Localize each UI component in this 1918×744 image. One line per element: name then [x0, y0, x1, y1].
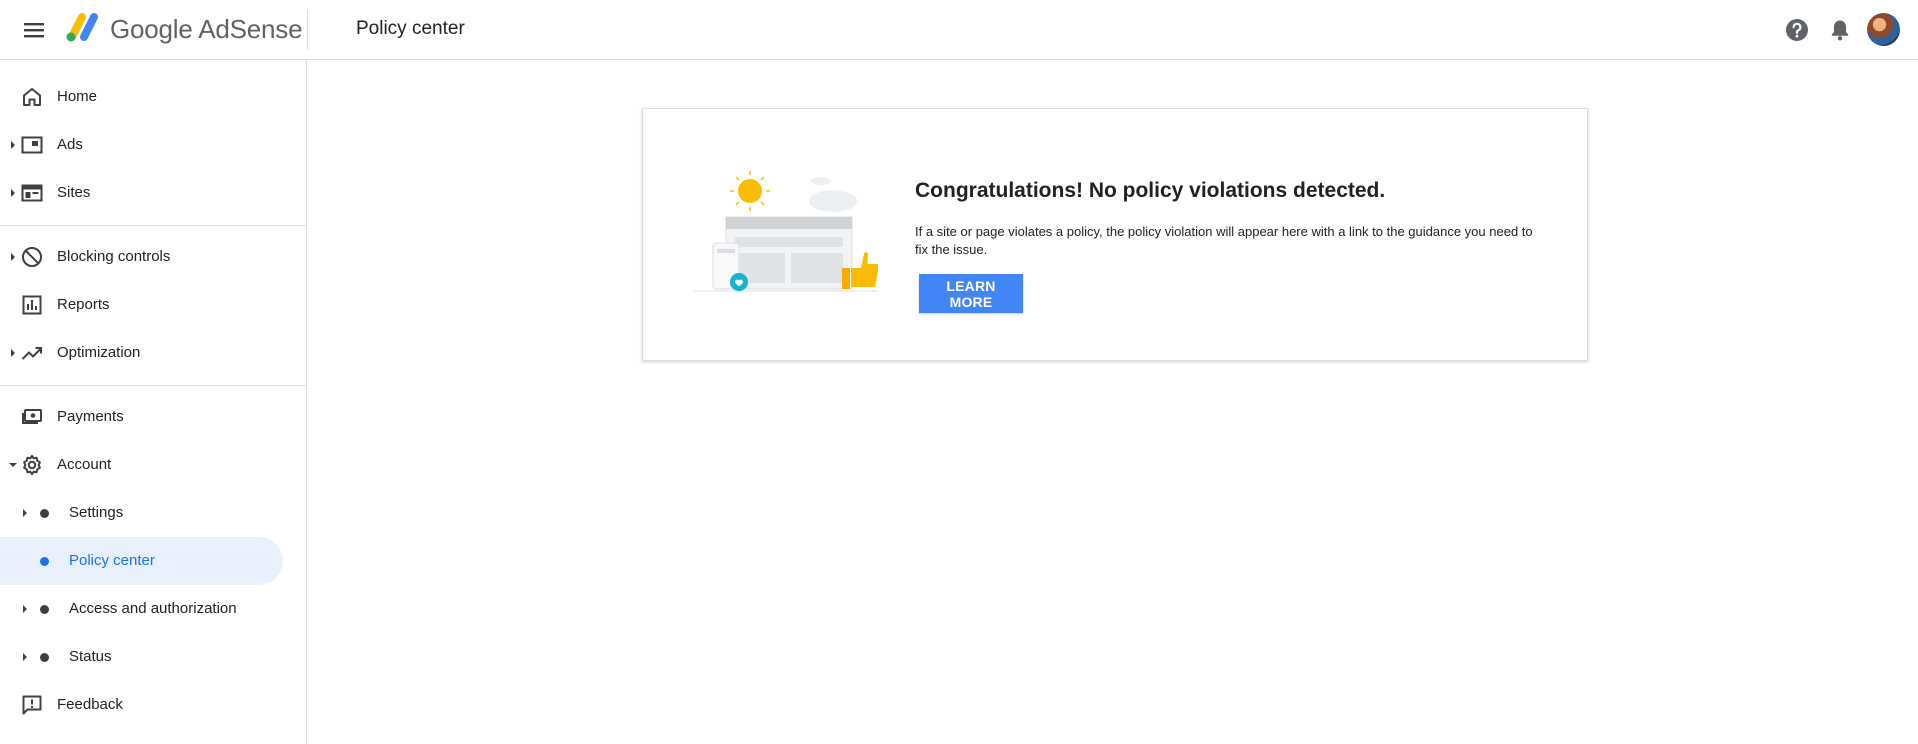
sidebar-divider [0, 385, 306, 386]
sidebar-item-label: Policy center [69, 552, 155, 569]
block-icon [22, 247, 42, 267]
sidebar-item-ads[interactable]: Ads [0, 121, 283, 169]
header-divider [307, 10, 308, 50]
sidebar-item-sites[interactable]: Sites [0, 169, 283, 217]
sidebar-item-label: Ads [57, 136, 83, 153]
card-description: If a site or page violates a policy, the… [915, 224, 1533, 257]
no-violations-card: Congratulations! No policy violations de… [642, 108, 1588, 361]
help-icon[interactable] [1783, 16, 1811, 44]
sidebar-item-home[interactable]: Home [0, 73, 283, 121]
sidebar-item-access-and-authorization[interactable]: Access and authorization [0, 585, 283, 633]
sidebar-item-optimization[interactable]: Optimization [0, 329, 283, 377]
expand-caret-icon[interactable] [22, 604, 28, 614]
learn-more-button[interactable]: LEARN MORE [919, 274, 1023, 313]
sidebar-item-label: Sites [57, 184, 91, 201]
sidebar-divider [0, 225, 306, 226]
brand-prefix: Google [110, 14, 193, 44]
expand-caret-icon[interactable] [10, 348, 16, 358]
sidebar-item-label: Reports [57, 296, 110, 313]
policy-ok-illustration-icon [693, 171, 878, 292]
sidebar-item-label: Home [57, 88, 98, 105]
collapse-caret-icon[interactable] [8, 462, 18, 468]
sidebar-item-settings[interactable]: Settings [0, 489, 283, 537]
bullet-dot-icon [40, 605, 49, 614]
expand-caret-icon[interactable] [10, 140, 16, 150]
bullet-dot-icon [40, 653, 49, 662]
bell-icon[interactable] [1826, 16, 1854, 44]
ads-icon [21, 136, 43, 154]
reports-icon [22, 295, 42, 315]
sidebar-item-label: Blocking controls [57, 248, 171, 265]
sidebar-item-reports[interactable]: Reports [0, 281, 283, 329]
brand-suffix: AdSense [198, 14, 303, 44]
sidebar-item-status[interactable]: Status [0, 633, 283, 681]
card-title: Congratulations! No policy violations de… [915, 179, 1386, 202]
expand-caret-icon[interactable] [10, 252, 16, 262]
sidebar-item-label: Payments [57, 408, 124, 425]
avatar[interactable] [1867, 13, 1900, 46]
top-app-bar: Google AdSense Policy center [0, 0, 1918, 60]
payments-icon [22, 409, 42, 424]
bullet-dot-icon [40, 509, 49, 518]
sidebar-item-label: Account [57, 456, 112, 473]
expand-caret-icon[interactable] [22, 508, 28, 518]
sidebar-item-label: Feedback [57, 696, 123, 713]
sidebar-item-policy-center[interactable]: Policy center [0, 537, 283, 585]
expand-caret-icon[interactable] [10, 188, 16, 198]
sidebar-item-label: Optimization [57, 344, 141, 361]
home-icon [23, 88, 41, 106]
sidebar-item-payments[interactable]: Payments [0, 393, 283, 441]
brand-name[interactable]: Google AdSense [110, 14, 303, 45]
bullet-dot-icon [40, 557, 49, 566]
expand-caret-icon[interactable] [22, 652, 28, 662]
sidebar-item-label: Access and authorization [69, 600, 237, 617]
page-title: Policy center [356, 18, 465, 39]
sites-icon [21, 184, 43, 202]
gear-icon [23, 454, 41, 476]
feedback-icon [22, 695, 42, 715]
adsense-logo-icon[interactable] [64, 11, 100, 43]
sidebar-item-label: Status [69, 648, 112, 665]
sidebar-item-account[interactable]: Account [0, 441, 283, 489]
sidebar-nav: Home Ads Sites Blocking controls Reports… [0, 60, 307, 744]
sidebar-item-blocking-controls[interactable]: Blocking controls [0, 233, 283, 281]
sidebar-item-label: Settings [69, 504, 124, 521]
trending-icon [21, 347, 42, 360]
sidebar-item-feedback[interactable]: Feedback [0, 681, 283, 729]
menu-icon[interactable] [20, 17, 48, 43]
